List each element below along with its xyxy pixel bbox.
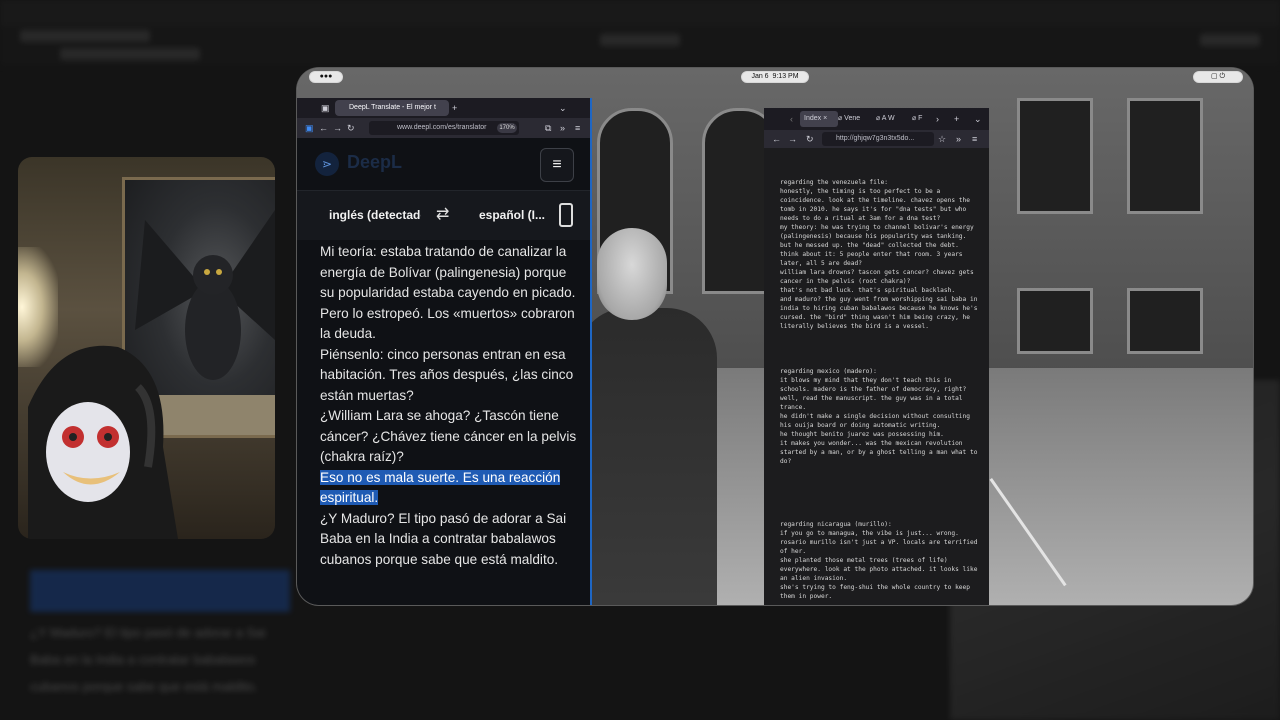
background-text-line: Baba en la India a contratar babalawos xyxy=(30,652,256,667)
translated-paragraph: ¿Y Maduro? El tipo pasó de adorar a Sai … xyxy=(320,510,567,567)
language-selector-bar: inglés (detectado) ⇄ español (I... xyxy=(297,190,591,241)
text-block-nicaragua: regarding nicaragua (murillo): if you go… xyxy=(780,521,978,600)
translated-paragraph: ¿William Lara se ahoga? ¿Tascón tiene cá… xyxy=(320,408,577,464)
chevron-left-icon[interactable]: ‹ xyxy=(790,113,793,125)
browser-nav-bar: ▣ ← → ↻ www.deepl.com/es/translator 170%… xyxy=(297,118,591,138)
background-text-line: ¿Y Maduro? El tipo pasó de adorar a Sai xyxy=(30,625,266,640)
tor-tab-bar: ‹ Index × ⌀ Vene ⌀ A W ⌀ F › + ⌄ xyxy=(764,108,989,130)
zoom-level[interactable]: 170% xyxy=(497,123,517,133)
status-bar: ●●● Jan 6 9:13 PM ▢ ⏻ xyxy=(297,68,1253,84)
tor-tab-a-w[interactable]: ⌀ A W xyxy=(876,111,910,127)
panel-toggle-icon[interactable] xyxy=(559,203,573,227)
window-edge xyxy=(590,98,592,605)
deepl-browser-window: ▣ DeepL Translate - El mejor t + ⌄ ▣ ← →… xyxy=(297,98,592,605)
tor-tab-f[interactable]: ⌀ F xyxy=(912,111,928,127)
back-arrow-icon[interactable]: ← xyxy=(319,122,328,134)
background-tray xyxy=(1200,34,1260,46)
tab-deepl[interactable]: DeepL Translate - El mejor t xyxy=(335,100,449,116)
tor-nav-bar: ← → ↻ http://ghjqw7g3n3tx5do... ☆ » ≡ xyxy=(764,130,989,148)
chevron-down-icon[interactable]: ⌄ xyxy=(559,102,567,114)
back-arrow-icon[interactable]: ← xyxy=(772,133,781,145)
tab-list-icon[interactable]: ▣ xyxy=(321,102,330,114)
background-topbar xyxy=(0,0,1280,26)
status-time: 9:13 PM xyxy=(772,73,799,80)
skull-mask xyxy=(597,228,667,320)
status-date: Jan 6 xyxy=(751,73,769,80)
source-language-selector[interactable]: inglés (detectado) xyxy=(329,208,421,222)
tor-browser-window: ‹ Index × ⌀ Vene ⌀ A W ⌀ F › + ⌄ ← → ↻ h… xyxy=(764,108,989,605)
translated-text: Mi teoría: estaba tratando de canalizar … xyxy=(320,242,580,570)
forward-arrow-icon[interactable]: → xyxy=(788,133,797,145)
building-window xyxy=(1017,98,1093,214)
background-tabbar xyxy=(0,26,1280,66)
menu-icon[interactable]: ≡ xyxy=(575,122,580,134)
translated-paragraph: Pero lo estropeó. Los «muertos» cobraron… xyxy=(320,305,575,342)
swap-languages-icon[interactable]: ⇄ xyxy=(436,204,449,224)
building-window xyxy=(1127,98,1203,214)
deepl-logo-text: DeepL xyxy=(347,152,403,172)
sidebar-icon[interactable]: ▣ xyxy=(305,122,314,134)
bookmark-star-icon[interactable]: ☆ xyxy=(938,133,946,145)
highlighted-selection[interactable]: Eso no es mala suerte. Es una reacción e… xyxy=(320,469,561,505)
browser-tab-bar: ▣ DeepL Translate - El mejor t + ⌄ xyxy=(297,98,591,118)
text-block-venezuela: regarding the venezuela file: honestly, … xyxy=(780,179,978,330)
tor-tab-vene[interactable]: ⌀ Vene xyxy=(838,111,872,127)
background-tab xyxy=(20,30,150,42)
chevron-down-icon[interactable]: ⌄ xyxy=(974,113,982,125)
activities-indicator[interactable]: ●●● xyxy=(309,71,343,83)
overflow-icon[interactable]: » xyxy=(560,122,565,134)
background-clock xyxy=(600,34,680,46)
building-window xyxy=(1017,288,1093,354)
target-language-selector[interactable]: español (I... xyxy=(479,208,549,222)
background-text-line: cubanos porque sabe que está maldito. xyxy=(30,679,258,694)
webcam-feed xyxy=(18,157,275,539)
tor-tab-index[interactable]: Index × xyxy=(800,111,838,127)
tor-page-content[interactable]: regarding the venezuela file: honestly, … xyxy=(764,148,989,605)
forward-arrow-icon[interactable]: → xyxy=(333,122,342,134)
extensions-icon[interactable]: ⧉ xyxy=(545,122,551,134)
menu-icon[interactable]: ≡ xyxy=(972,133,977,145)
reload-icon[interactable]: ↻ xyxy=(806,133,814,145)
background-address xyxy=(60,48,200,60)
reload-icon[interactable]: ↻ xyxy=(347,122,355,134)
child-figure xyxy=(577,308,717,605)
masked-streamer xyxy=(28,327,178,539)
chevron-right-icon[interactable]: › xyxy=(936,113,939,125)
new-tab-icon[interactable]: + xyxy=(452,102,457,114)
new-tab-icon[interactable]: + xyxy=(954,113,959,125)
translated-paragraph: Mi teoría: estaba tratando de canalizar … xyxy=(320,244,576,300)
system-tray[interactable]: ▢ ⏻ xyxy=(1193,71,1243,83)
hamburger-menu-button[interactable]: ≡ xyxy=(540,148,574,182)
background-selection xyxy=(30,570,290,612)
building-window xyxy=(1127,288,1203,354)
tor-address-bar[interactable]: http://ghjqw7g3n3tx5do... xyxy=(822,132,934,146)
clock-pill[interactable]: Jan 6 9:13 PM xyxy=(741,71,809,83)
translated-paragraph: Piénsenlo: cinco personas entran en esa … xyxy=(320,346,574,403)
screen-capture-frame: ●●● Jan 6 9:13 PM ▢ ⏻ ▣ DeepL Translate … xyxy=(297,68,1253,605)
overflow-icon[interactable]: » xyxy=(956,133,961,145)
text-block-mexico: regarding mexico (madero): it blows my m… xyxy=(780,368,978,465)
deepl-logo-icon[interactable]: ⋗ xyxy=(315,152,339,176)
deepl-header: ⋗ DeepL ≡ xyxy=(297,138,591,190)
translation-output[interactable]: Mi teoría: estaba tratando de canalizar … xyxy=(297,240,591,605)
